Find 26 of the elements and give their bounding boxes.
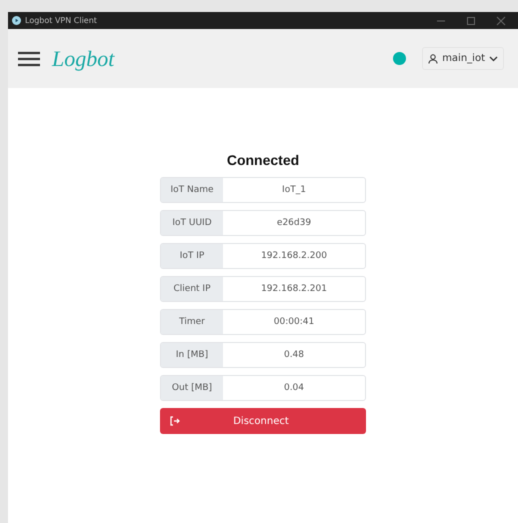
row-label: Out [MB] bbox=[161, 376, 223, 400]
status-title: Connected bbox=[226, 152, 300, 168]
logo: Logbot bbox=[52, 46, 116, 72]
user-menu-button[interactable]: main_iot bbox=[422, 47, 504, 70]
row-value: 192.168.2.201 bbox=[260, 283, 328, 296]
row-label: Client IP bbox=[161, 277, 223, 301]
close-icon[interactable] bbox=[496, 16, 506, 26]
row-value: 00:00:41 bbox=[272, 316, 316, 329]
disconnect-button[interactable]: Disconnect bbox=[160, 408, 366, 434]
row-value: e26d39 bbox=[276, 217, 312, 230]
row-label: IoT Name bbox=[161, 178, 223, 202]
menu-icon[interactable] bbox=[18, 50, 40, 66]
row-value: 0.48 bbox=[282, 349, 306, 362]
user-icon bbox=[428, 54, 438, 64]
row-label: IoT IP bbox=[161, 244, 223, 268]
row-label: Timer bbox=[161, 310, 223, 334]
maximize-icon[interactable] bbox=[466, 16, 476, 26]
row-value: IoT_1 bbox=[281, 184, 307, 197]
row-value: 0.04 bbox=[282, 382, 306, 395]
app-icon bbox=[12, 16, 21, 25]
row-label: IoT UUID bbox=[161, 211, 223, 235]
row-value: 192.168.2.200 bbox=[260, 250, 328, 263]
row-label: In [MB] bbox=[161, 343, 223, 367]
logout-icon bbox=[170, 416, 180, 426]
window-title: Logbot VPN Client bbox=[25, 16, 98, 25]
chevron-down-icon bbox=[489, 56, 498, 62]
